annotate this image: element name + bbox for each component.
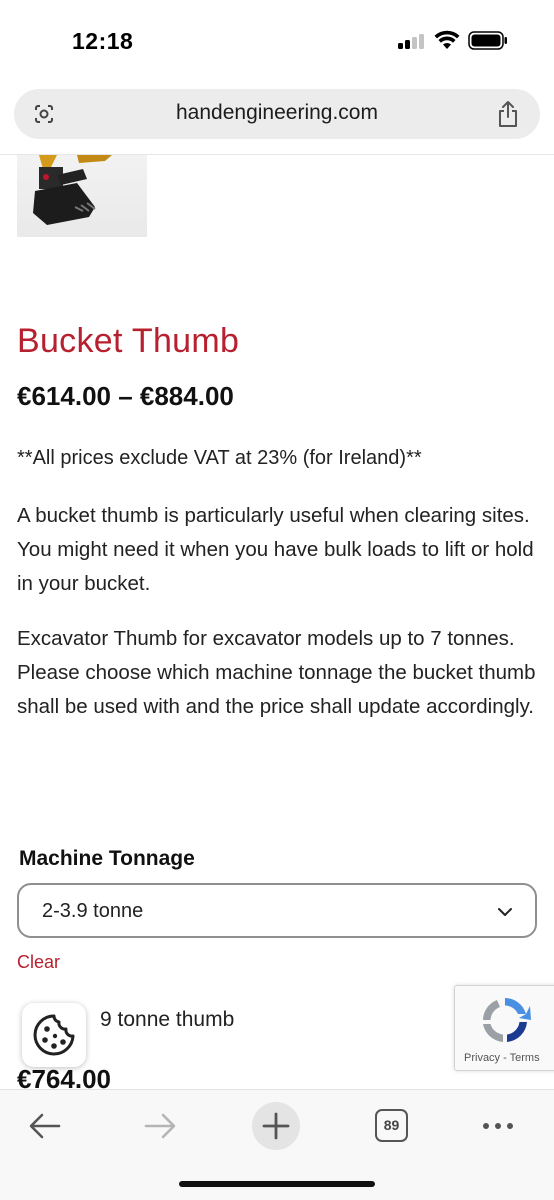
- recaptcha-badge[interactable]: Privacy - Terms: [454, 985, 554, 1071]
- tonnage-selected-value: 2-3.9 tonne: [42, 900, 144, 922]
- recaptcha-logo: [483, 998, 531, 1042]
- clear-selection-link[interactable]: Clear: [17, 952, 60, 973]
- tab-count: 89: [375, 1109, 408, 1142]
- url-text[interactable]: handengineering.com: [14, 101, 540, 125]
- chevron-down-icon: [498, 908, 512, 916]
- cellular-signal-icon: [398, 33, 426, 49]
- back-arrow-icon[interactable]: [25, 1106, 65, 1146]
- battery-icon: [468, 31, 507, 50]
- share-icon[interactable]: [496, 100, 520, 128]
- product-description-tonnage: Excavator Thumb for excavator models up …: [17, 627, 536, 718]
- machine-tonnage-label: Machine Tonnage: [19, 847, 195, 870]
- home-indicator: [179, 1181, 375, 1187]
- address-bar[interactable]: handengineering.com: [14, 89, 540, 139]
- cookie-icon: [33, 1014, 75, 1056]
- vat-note: **All prices exclude VAT at 23% (for Ire…: [17, 447, 422, 469]
- excavator-bucket-image: [33, 155, 112, 225]
- machine-tonnage-select[interactable]: 2-3.9 tonne: [17, 883, 537, 938]
- status-time: 12:18: [72, 28, 134, 54]
- product-thumbnail[interactable]: [17, 155, 147, 237]
- product-description: A bucket thumb is particularly useful wh…: [17, 504, 534, 595]
- product-title: Bucket Thumb: [17, 322, 240, 360]
- plus-icon: [262, 1112, 290, 1140]
- status-bar: 12:18: [0, 0, 554, 84]
- wifi-icon: [434, 30, 460, 49]
- recaptcha-links[interactable]: Privacy - Terms: [464, 1052, 540, 1064]
- more-icon[interactable]: [478, 1106, 518, 1146]
- cookie-settings-button[interactable]: [22, 1003, 86, 1067]
- forward-arrow-icon[interactable]: [140, 1106, 180, 1146]
- variation-name: 9 tonne thumb: [100, 1008, 235, 1031]
- price-range: €614.00 – €884.00: [17, 381, 234, 411]
- new-tab-button[interactable]: [252, 1102, 300, 1150]
- tab-switcher-button[interactable]: 89: [373, 1106, 413, 1146]
